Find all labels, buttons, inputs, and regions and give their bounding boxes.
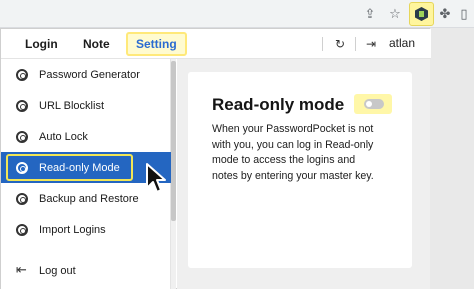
panel-description: When your PasswordPocket is not with you… (212, 123, 374, 182)
panel-title: Read-only mode (212, 95, 345, 114)
toggle-knob (366, 101, 372, 107)
sidebar-item-label: Backup and Restore (39, 192, 139, 205)
sidebar-item-import-logins[interactable]: Import Logins (1, 214, 171, 245)
sidebar-item-label: Password Generator (39, 68, 140, 81)
share-icon[interactable]: ⇪ (361, 5, 379, 23)
sign-in-icon[interactable]: ⇥ (364, 36, 378, 52)
top-nav: Login Note Setting ↻ ⇥ atlan (1, 29, 431, 59)
sidebar-icon[interactable]: ▯ (455, 5, 473, 23)
screen: ⇪ ☆ ✤ ▯ Login Note Setting ↻ ⇥ atlan Pas… (0, 0, 474, 289)
sidebar-item-label: Log out (39, 264, 76, 277)
gear-icon (16, 223, 28, 236)
sidebar-item-password-generator[interactable]: Password Generator (1, 59, 171, 90)
nav-divider (322, 37, 323, 51)
sidebar-item-url-blocklist[interactable]: URL Blocklist (1, 90, 171, 121)
gear-icon (16, 161, 28, 174)
sidebar-scrollbar-thumb[interactable] (171, 61, 176, 221)
puzzle-icon[interactable]: ✤ (436, 5, 454, 23)
star-icon[interactable]: ☆ (386, 5, 404, 23)
gear-icon (16, 130, 28, 143)
browser-toolbar: ⇪ ☆ ✤ ▯ (0, 0, 474, 28)
gear-icon (16, 192, 28, 205)
logout-icon: ⇤ (16, 263, 27, 278)
refresh-icon[interactable]: ↻ (333, 36, 347, 52)
tab-login[interactable]: Login (25, 35, 58, 53)
extension-hex-inner (419, 11, 424, 17)
mouse-cursor-icon (146, 163, 166, 193)
tab-note[interactable]: Note (83, 35, 110, 53)
sidebar-item-auto-lock[interactable]: Auto Lock (1, 121, 171, 152)
gear-icon (16, 68, 28, 81)
sidebar-item-log-out[interactable]: ⇤ Log out (1, 255, 171, 286)
sidebar-item-label: Import Logins (39, 223, 106, 236)
sidebar-item-label: Auto Lock (39, 130, 88, 143)
username[interactable]: atlan (389, 36, 415, 50)
tab-setting[interactable]: Setting (126, 32, 187, 56)
sidebar-item-label: Read-only Mode (39, 161, 120, 174)
sidebar-item-label: URL Blocklist (39, 99, 104, 112)
gear-icon (16, 99, 28, 112)
nav-divider (355, 37, 356, 51)
